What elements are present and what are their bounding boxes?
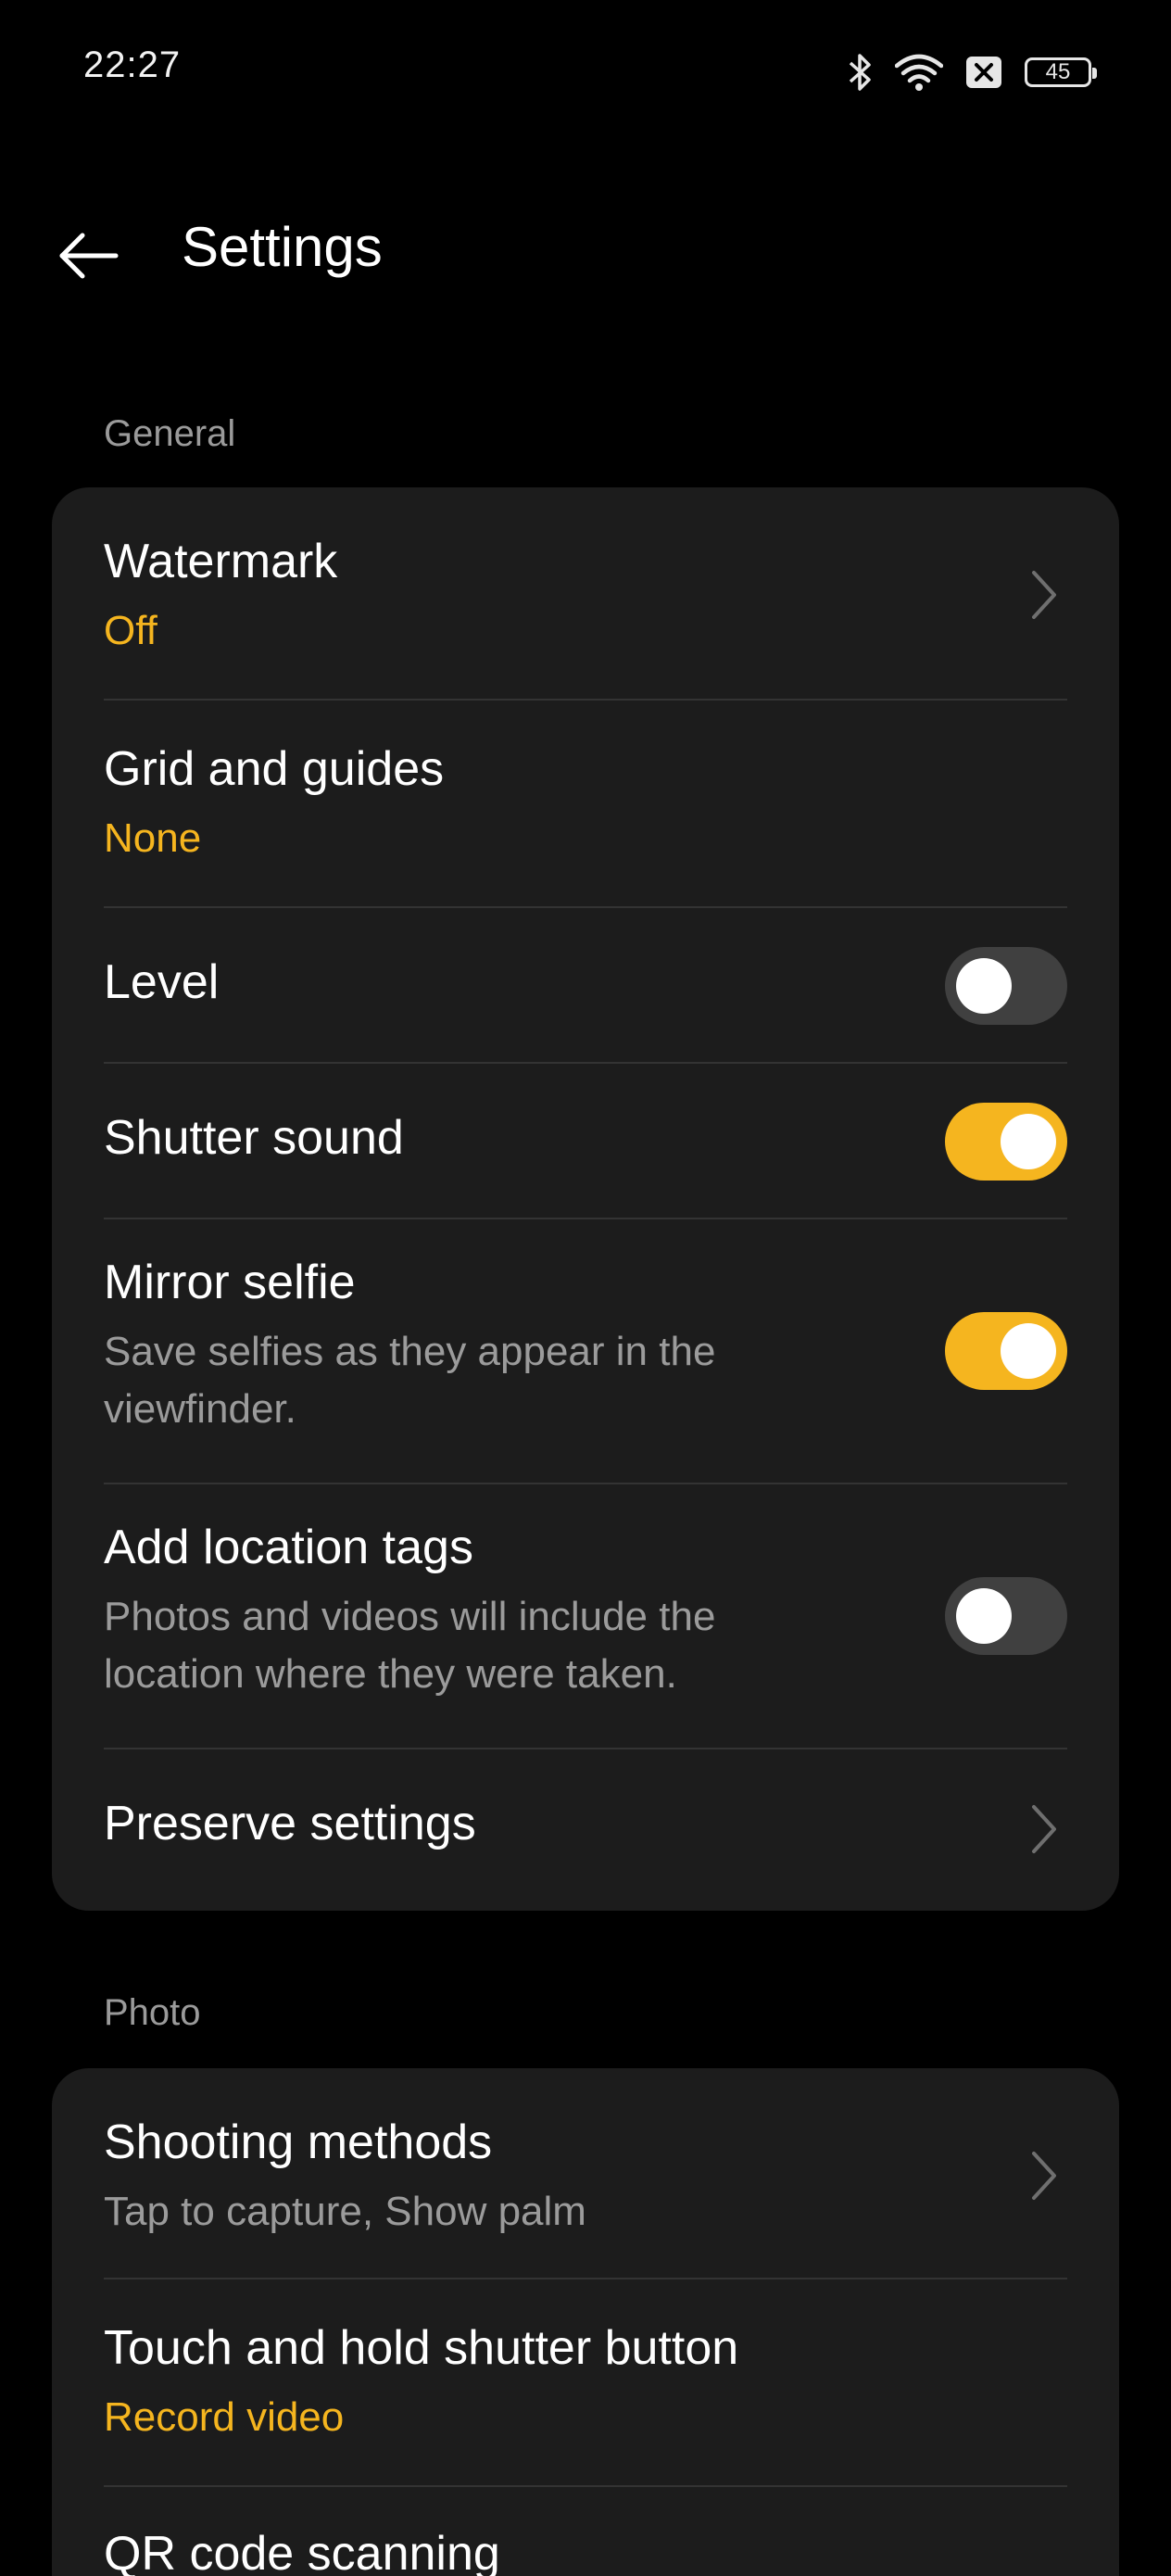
arrow-left-icon [59,233,119,279]
setting-shutter-sound[interactable]: Shutter sound [104,1064,1067,1219]
section-label-photo: Photo [104,1992,201,2033]
level-toggle[interactable] [945,947,1067,1025]
setting-title: Mirror selfie [104,1256,356,1309]
setting-grid-and-guides[interactable]: Grid and guides None [104,701,1067,908]
toggle-knob [956,958,1012,1014]
section-label-general: General [104,413,236,454]
setting-value: None [104,815,202,861]
location-tags-toggle[interactable] [945,1577,1067,1655]
chevron-right-icon [1032,1805,1056,1853]
toggle-knob [1001,1114,1056,1169]
setting-mirror-selfie[interactable]: Mirror selfie Save selfies as they appea… [104,1219,1067,1484]
setting-description: Save selfies as they appear in the viewf… [104,1329,716,1432]
setting-description: Tap to capture, Show palm [104,2189,586,2234]
bluetooth-icon [849,52,873,93]
app-bar: Settings [0,195,1171,306]
back-button[interactable] [52,219,126,293]
battery-icon: 45 [1025,57,1097,87]
setting-touch-and-hold-shutter[interactable]: Touch and hold shutter button Record vid… [104,2279,1067,2487]
status-time: 22:27 [83,44,182,85]
setting-title: Shooting methods [104,2115,493,2169]
setting-title: QR code scanning [104,2527,500,2576]
status-icons: 45 [849,46,1097,98]
settings-screen: 22:27 45 Settings General Watermark Off … [0,0,1171,2576]
page-title: Settings [182,216,383,278]
shutter-sound-toggle[interactable] [945,1103,1067,1181]
setting-add-location-tags[interactable]: Add location tags Photos and videos will… [104,1484,1067,1749]
chevron-right-icon [1032,2152,1056,2200]
wifi-icon [895,53,943,92]
setting-qr-code-scanning[interactable]: QR code scanning [104,2487,1067,2576]
setting-title: Grid and guides [104,742,445,796]
setting-shooting-methods[interactable]: Shooting methods Tap to capture, Show pa… [104,2068,1067,2279]
setting-value: Record video [104,2394,345,2440]
setting-description: Photos and videos will include the locat… [104,1594,716,1697]
setting-preserve-settings[interactable]: Preserve settings [104,1749,1067,1911]
photo-card: Shooting methods Tap to capture, Show pa… [52,2068,1119,2576]
chevron-right-icon [1032,571,1056,619]
status-bar: 22:27 45 [0,0,1171,139]
setting-title: Level [104,955,220,1009]
battery-level: 45 [1045,59,1071,84]
setting-title: Touch and hold shutter button [104,2321,739,2375]
toggle-knob [1001,1323,1056,1379]
mirror-selfie-toggle[interactable] [945,1312,1067,1390]
setting-title: Preserve settings [104,1797,476,1850]
general-card: Watermark Off Grid and guides None Level… [52,487,1119,1911]
setting-level[interactable]: Level [104,908,1067,1064]
setting-title: Add location tags [104,1521,473,1574]
toggle-knob [956,1588,1012,1644]
setting-value: Off [104,608,157,653]
setting-watermark[interactable]: Watermark Off [104,487,1067,701]
sim-off-icon [965,56,1002,89]
setting-title: Shutter sound [104,1111,404,1165]
setting-title: Watermark [104,535,338,588]
